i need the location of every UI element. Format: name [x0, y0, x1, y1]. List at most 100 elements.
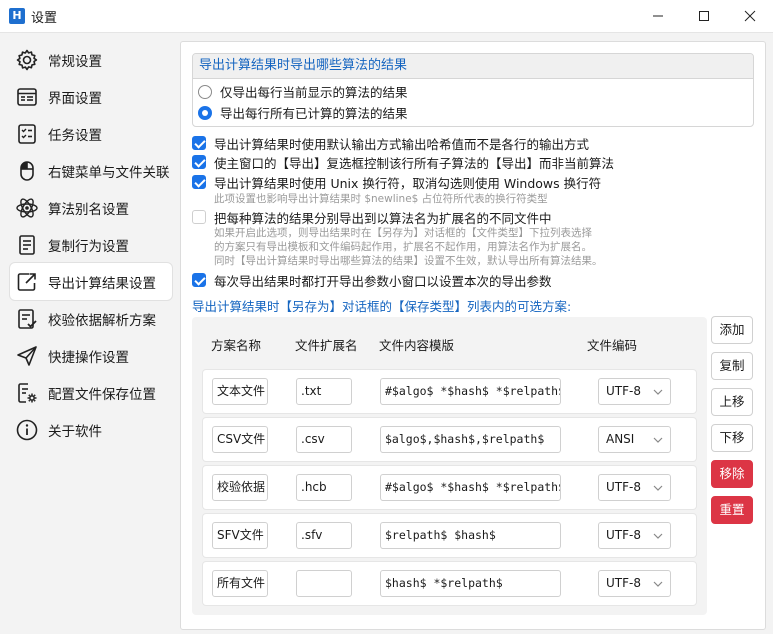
column-header-encoding: 文件编码 — [587, 338, 638, 353]
sidebar-item-export-results[interactable]: 导出计算结果设置 — [10, 263, 172, 300]
info-icon — [14, 417, 40, 443]
window-title: 设置 — [31, 11, 58, 26]
scheme-template-input[interactable]: #$algo$ *$hash$ *$relpath$ — [380, 474, 561, 501]
move-down-button[interactable]: 下移 — [711, 424, 753, 452]
export-icon — [14, 269, 40, 295]
chevron-down-icon — [653, 533, 663, 539]
add-button[interactable]: 添加 — [711, 316, 753, 344]
sidebar-item-label: 复制行为设置 — [48, 238, 129, 255]
encoding-select[interactable]: UTF-8 — [598, 378, 671, 405]
gear-icon — [14, 47, 40, 73]
sidebar-item-quick-actions[interactable]: 快捷操作设置 — [10, 337, 172, 374]
scheme-extension-input[interactable]: .hcb — [296, 474, 352, 501]
scheme-template-input[interactable]: #$algo$ *$hash$ *$relpath$ — [380, 378, 561, 405]
radio-button-selected[interactable] — [198, 105, 212, 120]
radio-button[interactable] — [198, 84, 212, 99]
sidebar-item-label: 常规设置 — [48, 53, 102, 70]
scheme-extension-input[interactable]: .sfv — [296, 522, 352, 549]
encoding-value: ANSI — [606, 432, 635, 446]
separate-files-hint-1: 如果开启此选项，则导出结果时在【另存为】对话框的【文件类型】下拉列表选择 — [214, 227, 592, 239]
radio-current-algorithm[interactable]: 仅导出每行当前显示的算法的结果 — [193, 81, 753, 102]
sidebar-item-context-menu[interactable]: 右键菜单与文件关联 — [10, 152, 172, 189]
sidebar-item-config-location[interactable]: 配置文件保存位置 — [10, 374, 172, 411]
scheme-name-input[interactable]: CSV文件 — [212, 426, 268, 453]
checkbox-checked[interactable] — [192, 175, 206, 189]
option-default-format[interactable]: 导出计算结果时使用默认输出方式输出哈希值而不是各行的输出方式 — [192, 134, 589, 153]
checkbox-checked[interactable] — [192, 273, 206, 287]
sidebar-item-label: 快捷操作设置 — [48, 349, 129, 366]
option-separate-files[interactable]: 把每种算法的结果分别导出到以算法名为扩展名的不同文件中 — [192, 208, 552, 227]
copy-document-icon — [14, 232, 40, 258]
option-main-checkbox-control[interactable]: 使主窗口的【导出】复选框控制该行所有子算法的【导出】而非当前算法 — [192, 153, 614, 172]
table-row[interactable]: SFV文件 .sfv $relpath$ $hash$ UTF-8 — [202, 513, 697, 558]
chevron-down-icon — [653, 581, 663, 587]
table-row[interactable]: CSV文件 .csv $algo$,$hash$,$relpath$ ANSI — [202, 417, 697, 462]
move-up-button[interactable]: 上移 — [711, 388, 753, 416]
checkbox-checked[interactable] — [192, 136, 206, 150]
chevron-down-icon — [653, 437, 663, 443]
sidebar-item-interface[interactable]: 界面设置 — [10, 78, 172, 115]
checkbox-label: 把每种算法的结果分别导出到以算法名为扩展名的不同文件中 — [214, 211, 552, 226]
chevron-down-icon — [653, 485, 663, 491]
export-scope-heading: 导出计算结果时导出哪些算法的结果 — [193, 54, 753, 79]
settings-sidebar: 常规设置 界面设置 任务设置 右键菜单与文件关联 算法别名设置 复制行为设置 导… — [10, 41, 172, 448]
minimize-button[interactable] — [635, 0, 681, 32]
scheme-extension-input[interactable]: .txt — [296, 378, 352, 405]
mouse-icon — [14, 158, 40, 184]
encoding-value: UTF-8 — [606, 528, 641, 542]
column-header-template: 文件内容模版 — [379, 338, 455, 353]
client-area: 常规设置 界面设置 任务设置 右键菜单与文件关联 算法别名设置 复制行为设置 导… — [0, 32, 773, 634]
sidebar-item-general[interactable]: 常规设置 — [10, 41, 172, 78]
scheme-name-input[interactable]: SFV文件 — [212, 522, 268, 549]
scheme-extension-input[interactable] — [296, 570, 352, 597]
checkbox-unchecked[interactable] — [192, 210, 206, 224]
encoding-value: UTF-8 — [606, 480, 641, 494]
scheme-template-input[interactable]: $relpath$ $hash$ — [380, 522, 561, 549]
table-row[interactable]: 文本文件 .txt #$algo$ *$hash$ *$relpath$ UTF… — [202, 369, 697, 414]
encoding-select[interactable]: ANSI — [598, 426, 671, 453]
encoding-select[interactable]: UTF-8 — [598, 570, 671, 597]
checkbox-label: 导出计算结果时使用 Unix 换行符，取消勾选则使用 Windows 换行符 — [214, 176, 602, 191]
send-icon — [14, 343, 40, 369]
table-row[interactable]: 校验依据 .hcb #$algo$ *$hash$ *$relpath$ UTF… — [202, 465, 697, 510]
separate-files-hint-2: 的方案只有导出模板和文件编码起作用，扩展名不起作用，用算法名作为扩展名。 — [214, 241, 592, 253]
table-row[interactable]: 所有文件 $hash$ *$relpath$ UTF-8 — [202, 561, 697, 606]
maximize-button[interactable] — [681, 0, 727, 32]
scheme-extension-input[interactable]: .csv — [296, 426, 352, 453]
radio-all-algorithms[interactable]: 导出每行所有已计算的算法的结果 — [193, 102, 753, 123]
scheme-template-input[interactable]: $algo$,$hash$,$relpath$ — [380, 426, 561, 453]
option-unix-newline[interactable]: 导出计算结果时使用 Unix 换行符，取消勾选则使用 Windows 换行符 — [192, 173, 601, 192]
sidebar-item-label: 任务设置 — [48, 127, 102, 144]
scheme-name-input[interactable]: 所有文件 — [212, 570, 268, 597]
encoding-value: UTF-8 — [606, 384, 641, 398]
checkbox-label: 每次导出结果时都打开导出参数小窗口以设置本次的导出参数 — [214, 274, 552, 289]
sidebar-item-label: 校验依据解析方案 — [48, 312, 156, 329]
checklist-icon — [14, 121, 40, 147]
sidebar-item-about[interactable]: 关于软件 — [10, 411, 172, 448]
reset-button[interactable]: 重置 — [711, 496, 753, 524]
option-ask-each-time[interactable]: 每次导出结果时都打开导出参数小窗口以设置本次的导出参数 — [192, 271, 552, 290]
encoding-select[interactable]: UTF-8 — [598, 522, 671, 549]
column-header-extension: 文件扩展名 — [295, 338, 358, 353]
unix-newline-hint: 此项设置也影响导出计算结果时 $newline$ 占位符所代表的换行符类型 — [214, 193, 548, 205]
atom-icon — [14, 195, 40, 221]
checkbox-checked[interactable] — [192, 155, 206, 169]
app-icon: H — [9, 8, 25, 24]
encoding-select[interactable]: UTF-8 — [598, 474, 671, 501]
remove-button[interactable]: 移除 — [711, 460, 753, 488]
radio-label: 仅导出每行当前显示的算法的结果 — [220, 85, 408, 100]
sidebar-item-tasks[interactable]: 任务设置 — [10, 115, 172, 152]
sidebar-item-label: 右键菜单与文件关联 — [48, 164, 170, 181]
scheme-name-input[interactable]: 校验依据 — [212, 474, 268, 501]
sidebar-item-copy-behavior[interactable]: 复制行为设置 — [10, 226, 172, 263]
close-button[interactable] — [727, 0, 773, 32]
title-bar: H 设置 — [0, 0, 773, 32]
copy-button[interactable]: 复制 — [711, 352, 753, 380]
export-scope-group: 导出计算结果时导出哪些算法的结果 仅导出每行当前显示的算法的结果 导出每行所有已… — [192, 53, 754, 127]
sidebar-item-verify-scheme[interactable]: 校验依据解析方案 — [10, 300, 172, 337]
schemes-section-title: 导出计算结果时【另存为】对话框的【保存类型】列表内的可选方案: — [192, 299, 572, 314]
scheme-name-input[interactable]: 文本文件 — [212, 378, 268, 405]
scheme-template-input[interactable]: $hash$ *$relpath$ — [380, 570, 561, 597]
sidebar-item-algorithm-alias[interactable]: 算法别名设置 — [10, 189, 172, 226]
sidebar-item-label: 界面设置 — [48, 90, 102, 107]
